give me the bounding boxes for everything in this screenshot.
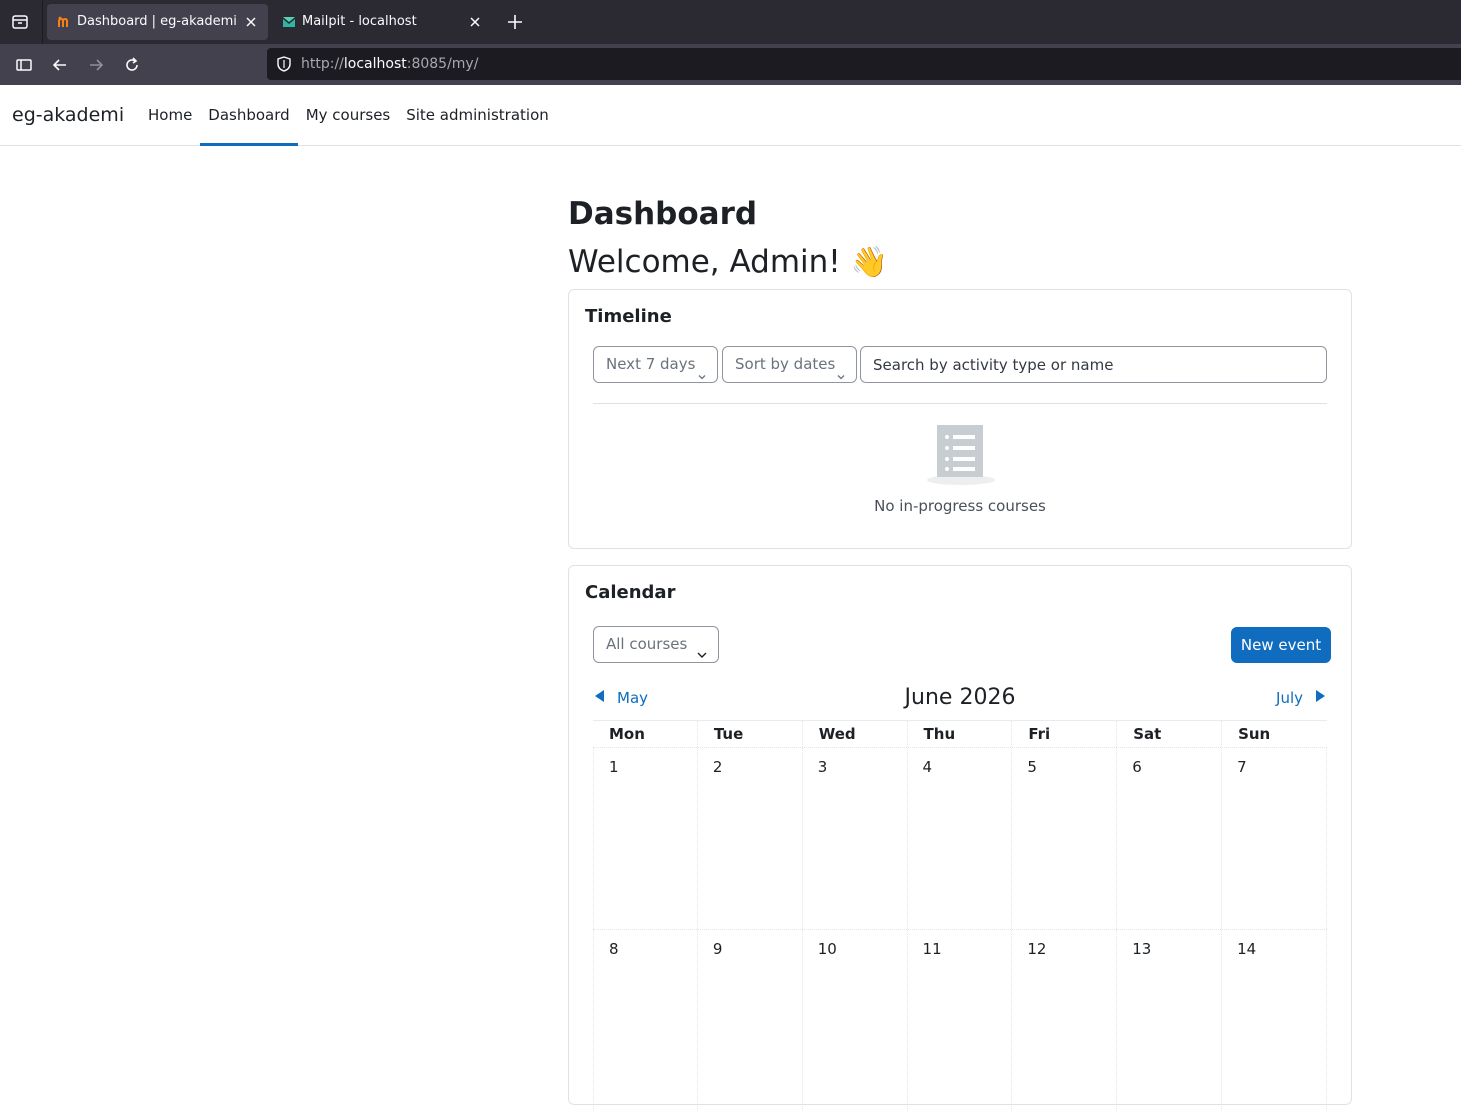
nav-site-administration[interactable]: Site administration [398, 85, 557, 145]
tab-list-icon[interactable] [10, 12, 30, 32]
browser-tab-bar: Dashboard | eg-akademi Mailpit - localho… [0, 0, 1461, 44]
new-event-button[interactable]: New event [1231, 627, 1331, 663]
timeline-search-input[interactable] [860, 346, 1327, 383]
day-number: 3 [817, 758, 828, 776]
day-number: 1 [609, 758, 619, 776]
welcome-text: Welcome, Admin! [568, 244, 841, 280]
calendar-week-row: 8 9 10 11 12 13 14 [593, 929, 1327, 1111]
nav-my-courses[interactable]: My courses [298, 85, 399, 145]
day-number: 11 [922, 940, 942, 958]
weekday-sat: Sat [1117, 721, 1223, 747]
url-host: localhost [343, 56, 407, 72]
calendar-day-cell[interactable]: 12 [1012, 930, 1118, 1111]
weekday-mon: Mon [593, 721, 698, 747]
day-number: 7 [1237, 758, 1247, 776]
next-month-label: July [1276, 689, 1303, 707]
empty-list-icon [925, 424, 997, 486]
calendar-day-cell[interactable]: 1 [593, 748, 698, 929]
calendar-week-row: 1 2 3 4 5 6 7 [593, 747, 1327, 929]
calendar-block: Calendar All courses New event May June … [568, 565, 1352, 1111]
course-filter-label: All courses [606, 635, 688, 653]
close-tab-icon[interactable] [242, 13, 260, 31]
calendar-day-cell[interactable]: 4 [908, 748, 1013, 929]
weekday-tue: Tue [698, 721, 803, 747]
day-number: 12 [1027, 940, 1047, 958]
sort-filter-label: Sort by dates [735, 355, 836, 373]
calendar-course-filter[interactable]: All courses [593, 626, 719, 663]
chevron-down-icon [836, 360, 846, 380]
nav-home[interactable]: Home [140, 85, 200, 145]
day-number: 10 [817, 940, 837, 958]
weekday-sun: Sun [1238, 725, 1271, 743]
tab-title: Mailpit - localhost [302, 14, 417, 29]
current-month-title: June 2026 [904, 685, 1016, 710]
calendar-day-cell[interactable]: 2 [698, 748, 803, 929]
day-number: 4 [922, 758, 933, 776]
url-scheme: http:// [301, 56, 344, 72]
day-number: 14 [1237, 940, 1257, 958]
day-number: 9 [712, 940, 723, 958]
calendar-day-cell[interactable]: 11 [908, 930, 1013, 1111]
primary-navigation: Home Dashboard My courses Site administr… [140, 85, 557, 146]
timeline-day-filter[interactable]: Next 7 days [593, 346, 718, 383]
calendar-day-cell[interactable]: 10 [803, 930, 908, 1111]
calendar-month-grid: Mon Tue Wed Thu Fri Sat Sun 1 2 3 4 5 6 … [593, 720, 1327, 1111]
moodle-favicon-icon [57, 15, 71, 29]
month-navigation: May June 2026 July [593, 684, 1327, 714]
chevron-down-icon [697, 360, 707, 380]
calendar-day-cell[interactable]: 14 [1222, 930, 1327, 1111]
day-number: 5 [1027, 758, 1037, 776]
page-title: Dashboard [568, 196, 758, 232]
address-bar[interactable]: http://localhost:8085/my/ [267, 48, 1461, 80]
weekday-header-row: Mon Tue Wed Thu Fri Sat Sun [593, 720, 1327, 747]
weekday-fri: Fri [1012, 721, 1118, 747]
calendar-day-cell[interactable]: 7 [1222, 748, 1327, 929]
calendar-day-cell[interactable]: 13 [1117, 930, 1223, 1111]
calendar-day-cell[interactable]: 9 [698, 930, 803, 1111]
day-filter-label: Next 7 days [606, 355, 696, 373]
url-text: http://localhost:8085/my/ [301, 56, 478, 72]
weekday-thu: Thu [908, 721, 1013, 747]
site-navbar: eg-akademi Home Dashboard My courses Sit… [0, 85, 1461, 146]
calendar-title: Calendar [585, 582, 676, 603]
timeline-title: Timeline [585, 306, 672, 327]
waving-hand-icon: 👋 [850, 245, 888, 280]
weekday-wed: Wed [803, 721, 908, 747]
calendar-day-cell[interactable]: 8 [593, 930, 698, 1111]
welcome-heading: Welcome, Admin! 👋 [568, 244, 888, 280]
calendar-day-cell[interactable]: 5 [1012, 748, 1118, 929]
reload-icon[interactable] [121, 54, 143, 76]
day-number: 8 [609, 940, 619, 958]
tab-dashboard[interactable]: Dashboard | eg-akademi [47, 4, 268, 40]
mailpit-favicon-icon [282, 15, 296, 29]
caret-right-icon [1313, 689, 1327, 707]
timeline-divider [593, 403, 1327, 404]
day-number: 2 [712, 758, 723, 776]
next-month-link[interactable]: July [1276, 689, 1327, 707]
sidebar-toggle-icon[interactable] [13, 54, 35, 76]
day-number: 6 [1132, 758, 1142, 776]
tab-mailpit[interactable]: Mailpit - localhost [272, 4, 492, 40]
tab-title: Dashboard | eg-akademi [77, 14, 237, 29]
nav-dashboard[interactable]: Dashboard [200, 85, 299, 146]
forward-arrow-icon[interactable] [85, 54, 107, 76]
url-path: :8085/my/ [406, 56, 479, 72]
calendar-day-cell[interactable]: 3 [803, 748, 908, 929]
site-brand[interactable]: eg-akademi [12, 104, 124, 126]
close-tab-icon[interactable] [466, 13, 484, 31]
calendar-day-cell[interactable]: 6 [1117, 748, 1223, 929]
shield-icon[interactable] [275, 55, 293, 73]
new-tab-icon[interactable] [505, 12, 525, 32]
empty-state-message: No in-progress courses [874, 497, 1046, 515]
back-arrow-icon[interactable] [49, 54, 71, 76]
chevron-down-icon [696, 639, 707, 658]
timeline-sort-filter[interactable]: Sort by dates [722, 346, 857, 383]
timeline-block: Timeline Next 7 days Sort by dates No in… [568, 289, 1352, 549]
tab-bar-separator [42, 0, 43, 44]
browser-toolbar: http://localhost:8085/my/ [0, 44, 1461, 85]
day-number: 13 [1132, 940, 1152, 958]
